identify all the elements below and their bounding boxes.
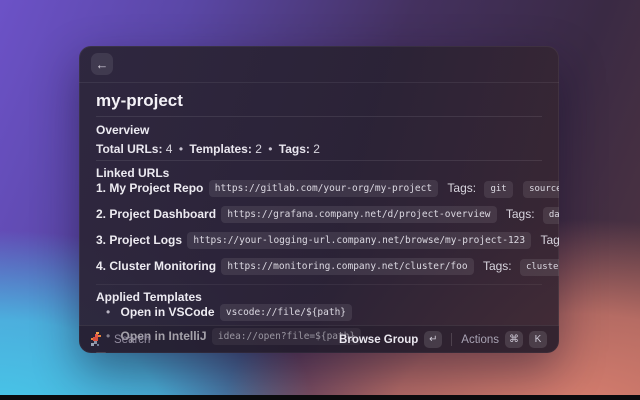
url-chip: https://grafana.company.net/d/project-ov… xyxy=(221,206,496,223)
search-input[interactable] xyxy=(112,333,302,347)
template-name: Open in VSCode xyxy=(121,305,215,319)
window-header: ← xyxy=(79,46,559,83)
tags-label: Tags: xyxy=(483,259,512,273)
url-name: Project Logs xyxy=(109,233,182,247)
url-index: 2. xyxy=(96,207,106,221)
linked-url-item: 1. My Project Repo https://gitlab.com/yo… xyxy=(96,180,542,198)
url-chip: https://monitoring.company.net/cluster/f… xyxy=(221,258,473,275)
divider xyxy=(96,116,542,117)
actions-button[interactable]: Actions ⌘ K xyxy=(459,329,549,350)
stat-label: Tags: xyxy=(279,142,310,156)
stat-label: Templates: xyxy=(189,142,251,156)
url-name: Project Dashboard xyxy=(109,207,216,221)
bullet-icon: • xyxy=(106,305,110,319)
url-name: My Project Repo xyxy=(109,181,203,195)
screen-bottom-strip xyxy=(0,395,640,400)
overview-stats: Total URLs: 4 • Templates: 2 • Tags: 2 xyxy=(96,143,542,156)
stat-separator: • xyxy=(268,142,272,156)
tag-chip: source-code xyxy=(523,181,559,198)
linked-url-item: 2. Project Dashboard https://grafana.com… xyxy=(96,206,542,224)
back-button[interactable]: ← xyxy=(91,53,113,75)
url-index: 1. xyxy=(96,181,106,195)
linked-url-item: 3. Project Logs https://your-logging-url… xyxy=(96,232,542,250)
tags-label: Tags: xyxy=(447,181,476,195)
divider xyxy=(96,160,542,161)
linked-url-item: 4. Cluster Monitoring https://monitoring… xyxy=(96,258,542,276)
url-name: Cluster Monitoring xyxy=(109,259,216,273)
tags-label: Tags: xyxy=(506,207,535,221)
url-chip: https://gitlab.com/your-org/my-project xyxy=(209,180,438,197)
page-title: my-project xyxy=(96,91,542,110)
linked-urls-heading: Linked URLs xyxy=(96,166,542,180)
cmd-key-icon: ⌘ xyxy=(505,331,523,348)
template-item: • Open in VSCode vscode://file/${path} xyxy=(96,304,542,321)
enter-key-icon: ↵ xyxy=(424,331,442,348)
url-index: 4. xyxy=(96,259,106,273)
footer-divider xyxy=(451,333,452,346)
detail-content: my-project Overview Total URLs: 4 • Temp… xyxy=(79,91,559,353)
url-index: 3. xyxy=(96,233,106,247)
footer-bar: Browse Group ↵ Actions ⌘ K xyxy=(79,325,559,353)
divider xyxy=(96,284,542,285)
footer-actions: Browse Group ↵ Actions ⌘ K xyxy=(337,329,549,350)
k-key-icon: K xyxy=(529,331,547,348)
template-chip: vscode://file/${path} xyxy=(220,304,352,321)
overview-heading: Overview xyxy=(96,123,542,137)
actions-label: Actions xyxy=(461,334,499,346)
stat-separator: • xyxy=(179,142,183,156)
url-chip: https://your-logging-url.company.net/bro… xyxy=(187,232,531,249)
back-arrow-icon: ← xyxy=(96,58,109,71)
tag-chip: dashboard xyxy=(543,207,559,224)
stat-value: 2 xyxy=(255,142,262,156)
extension-icon xyxy=(89,332,104,348)
browse-group-button[interactable]: Browse Group ↵ xyxy=(337,329,444,350)
tag-chip: git xyxy=(484,181,512,198)
stat-label: Total URLs: xyxy=(96,142,162,156)
tag-chip: cluster xyxy=(520,259,559,276)
tags-label: Tags: xyxy=(540,233,559,247)
launcher-window: ← my-project Overview Total URLs: 4 • Te… xyxy=(79,46,559,353)
stat-value: 4 xyxy=(166,142,173,156)
browse-group-label: Browse Group xyxy=(339,334,418,346)
applied-templates-heading: Applied Templates xyxy=(96,290,542,304)
stat-value: 2 xyxy=(313,142,320,156)
